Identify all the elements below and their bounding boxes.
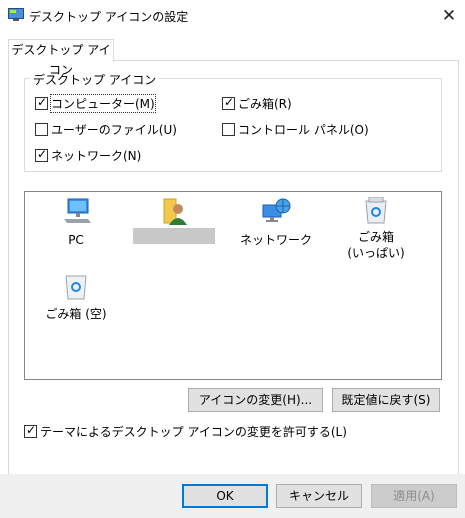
ok-button[interactable]: OK [182, 484, 268, 508]
checkbox-control-panel[interactable] [222, 123, 235, 136]
icon-label-recycle-bin-empty[interactable]: ごみ箱 (空) [33, 306, 119, 322]
redacted-label [133, 228, 215, 244]
checkmark-icon: ✓ [37, 95, 48, 109]
computer-icon[interactable] [62, 197, 92, 228]
checkbox-user-files[interactable] [35, 123, 48, 136]
checkbox-recycle-bin-label[interactable]: ごみ箱(R) [238, 95, 292, 112]
recycle-bin-full-icon[interactable] [363, 196, 389, 228]
window-title: デスクトップ アイコンの設定 [29, 10, 189, 24]
recycle-bin-empty-icon[interactable] [63, 273, 89, 304]
display-settings-icon [8, 8, 24, 22]
user-folder-icon[interactable] [161, 197, 191, 230]
icon-label-pc[interactable]: PC [33, 232, 119, 248]
checkbox-control-panel-label[interactable]: コントロール パネル(O) [238, 121, 369, 138]
restore-default-button[interactable]: 既定値に戻す(S) [332, 388, 440, 412]
apply-button[interactable]: 適用(A) [371, 484, 457, 508]
cancel-button[interactable]: キャンセル [276, 484, 362, 508]
icon-label-network[interactable]: ネットワーク [233, 232, 319, 248]
checkbox-network[interactable]: ✓ [35, 147, 48, 162]
checkbox-allow-theme-change-label[interactable]: テーマによるデスクトップ アイコンの変更を許可する(L) [40, 423, 347, 440]
change-icon-button[interactable]: アイコンの変更(H)... [188, 388, 323, 412]
checkbox-allow-theme-change[interactable]: ✓ [24, 423, 37, 438]
checkmark-icon: ✓ [224, 95, 235, 109]
network-icon[interactable] [261, 197, 293, 228]
checkbox-network-label[interactable]: ネットワーク(N) [51, 147, 141, 164]
checkmark-icon: ✓ [26, 423, 37, 437]
close-icon[interactable]: ✕ [438, 5, 460, 27]
checkbox-computer[interactable]: ✓ [35, 95, 48, 110]
title-bar: デスクトップ アイコンの設定 ✕ [0, 0, 465, 32]
icon-label-recycle-bin-full[interactable]: ごみ箱 (いっぱい) [333, 229, 419, 261]
checkbox-user-files-label[interactable]: ユーザーのファイル(U) [51, 121, 177, 138]
checkmark-icon: ✓ [37, 147, 48, 161]
checkbox-computer-label[interactable]: コンピューター(M) [50, 94, 156, 113]
tab-desktop-icons[interactable]: デスクトップ アイコン [8, 39, 114, 77]
checkbox-recycle-bin[interactable]: ✓ [222, 95, 235, 110]
